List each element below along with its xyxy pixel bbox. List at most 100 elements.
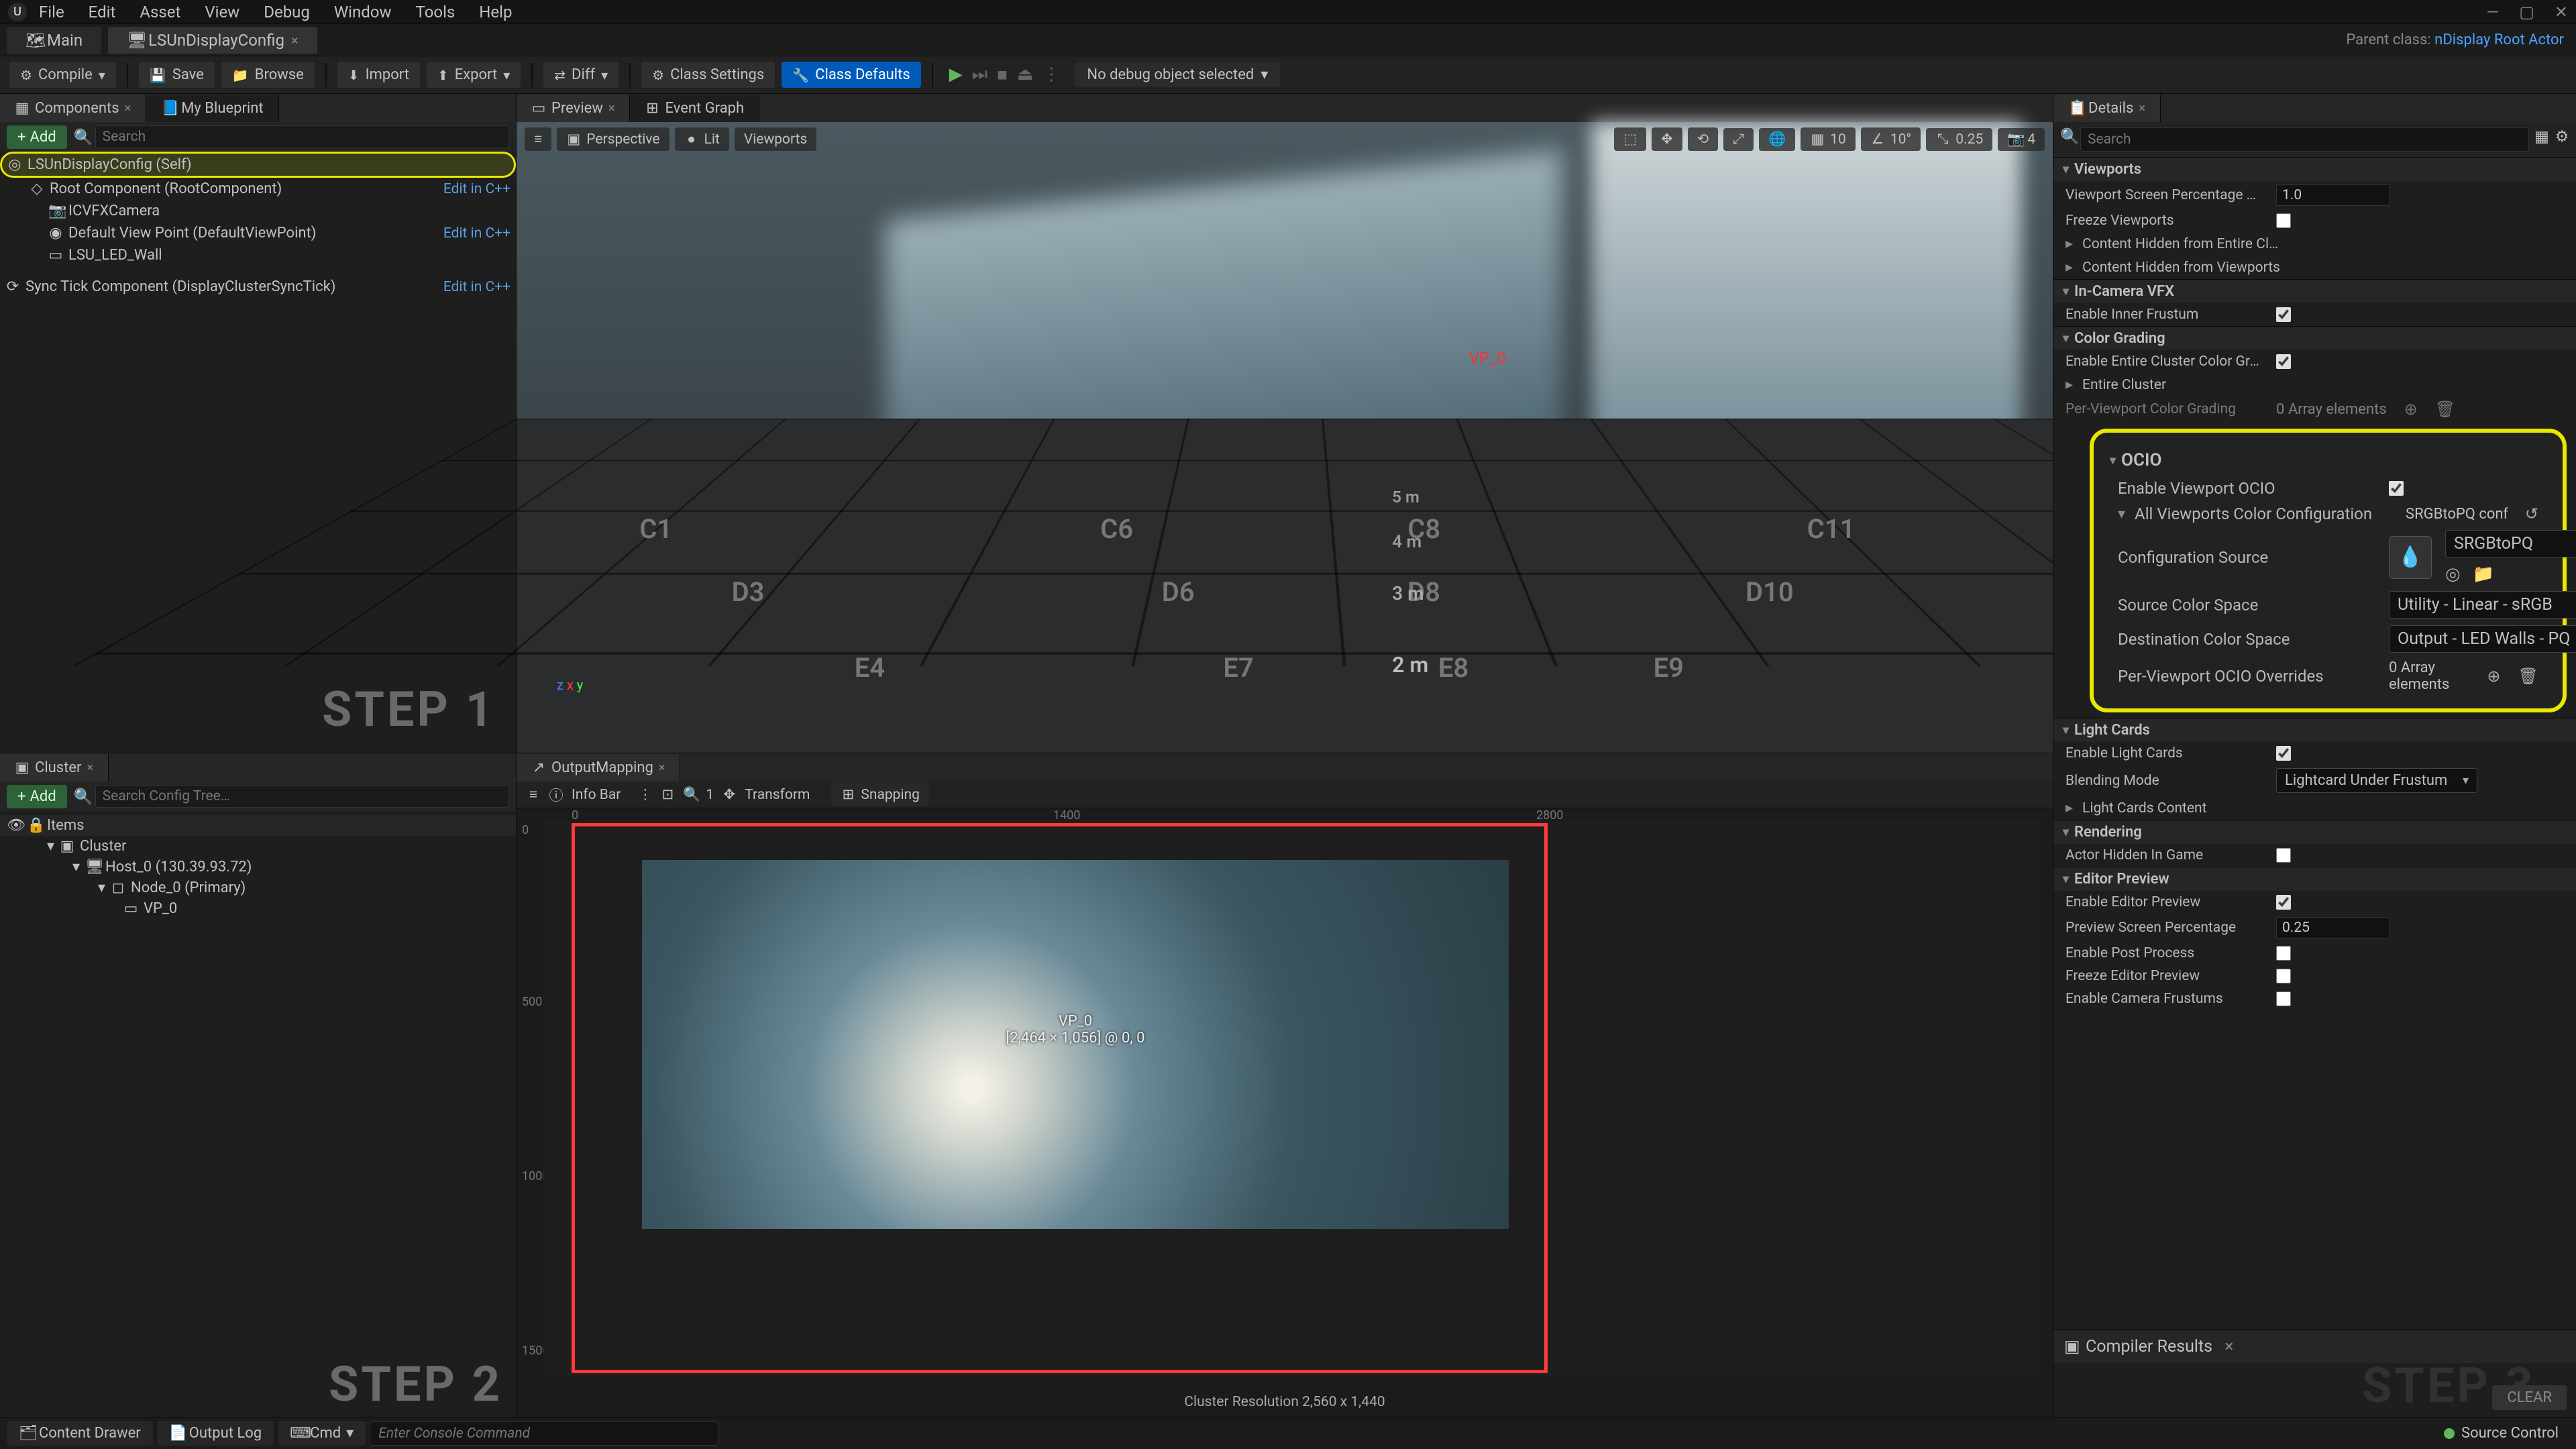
tab-displayconfig[interactable]: 🖥 LSUnDisplayConfig × (108, 27, 317, 54)
section-colorgrading[interactable]: ▾Color Grading (2053, 326, 2576, 350)
details-search-input[interactable] (2080, 127, 2529, 152)
viewport-menu-button[interactable]: ≡ (525, 127, 551, 151)
info-icon[interactable]: ⓘ (549, 785, 564, 805)
menu-tools[interactable]: Tools (416, 3, 455, 21)
parent-class-link[interactable]: nDisplay Root Actor (2434, 32, 2564, 48)
stop-icon[interactable]: ■ (997, 64, 1008, 85)
close-icon[interactable]: × (608, 101, 615, 115)
enable-inner-checkbox[interactable] (2276, 307, 2291, 322)
viewports-dropdown[interactable]: Viewports (735, 127, 817, 151)
reset-icon[interactable]: ↺ (2525, 504, 2538, 523)
transform-icon[interactable]: ✥ (722, 786, 737, 803)
console-command-input[interactable] (370, 1421, 718, 1446)
section-lightcards[interactable]: ▾Light Cards (2053, 718, 2576, 742)
rotate-tool[interactable]: ⟲ (1688, 127, 1719, 151)
prop-hidden-viewports[interactable]: ▸Content Hidden from Viewports (2053, 256, 2576, 279)
blending-mode-dropdown[interactable]: Lightcard Under Frustum▾ (2276, 768, 2477, 793)
browse-asset-icon[interactable]: 📁 (2473, 564, 2494, 584)
section-editor-preview[interactable]: ▾Editor Preview (2053, 867, 2576, 891)
dest-cs-dropdown[interactable]: Output - LED Walls - PQ▾ (2389, 625, 2576, 653)
close-icon[interactable]: ✕ (2555, 3, 2568, 21)
save-button[interactable]: 💾Save (139, 62, 215, 88)
prop-hidden-cluster[interactable]: ▸Content Hidden from Entire Cluster (2053, 232, 2576, 256)
section-rendering[interactable]: ▾Rendering (2053, 820, 2576, 844)
grid-snap[interactable]: ▦10 (1801, 127, 1856, 151)
camera-speed[interactable]: 📷4 (1998, 128, 2045, 151)
cluster-row[interactable]: ▾🖥Host_0 (130.39.93.72) (0, 857, 516, 877)
cmd-dropdown[interactable]: ⌨Cmd ▾ (278, 1421, 366, 1446)
menu-help[interactable]: Help (479, 3, 512, 21)
menu-view[interactable]: View (205, 3, 239, 21)
zoom-icon[interactable]: 🔍 (683, 787, 698, 803)
tab-outputmapping[interactable]: ↗OutputMapping× (517, 754, 680, 782)
enable-viewport-ocio-checkbox[interactable] (2389, 481, 2404, 496)
hamburger-icon[interactable]: ≡ (526, 787, 541, 803)
tab-close-icon[interactable]: × (291, 32, 299, 48)
prop-entire-cluster[interactable]: ▸Entire Cluster (2053, 373, 2576, 396)
cluster-row[interactable]: ▾◻Node_0 (Primary) (0, 877, 516, 898)
class-settings-button[interactable]: ⚙Class Settings (641, 62, 775, 88)
content-drawer-button[interactable]: 🗂Content Drawer (7, 1421, 153, 1446)
export-button[interactable]: ⬆Export▾ (427, 62, 521, 88)
minimize-icon[interactable]: — (2486, 3, 2499, 21)
close-icon[interactable]: × (2224, 1337, 2233, 1356)
cluster-row[interactable]: ▭VP_0 (0, 898, 516, 919)
tab-main[interactable]: 🗺 Main (7, 27, 101, 54)
add-cluster-button[interactable]: +Add (7, 785, 67, 808)
move-tool[interactable]: ✥ (1652, 127, 1682, 151)
tab-components[interactable]: ▦Components× (0, 95, 146, 122)
om-viewport-preview[interactable]: VP_0 [2,464 × 1,056] @ 0, 0 (642, 860, 1509, 1229)
add-element-icon[interactable]: ⊕ (2487, 667, 2500, 686)
clear-button[interactable]: CLEAR (2492, 1385, 2567, 1410)
close-icon[interactable]: × (125, 101, 131, 115)
tab-eventgraph[interactable]: ⊞Event Graph (630, 95, 759, 122)
scale-tool[interactable]: ⤢ (1723, 128, 1754, 151)
output-log-button[interactable]: 📄Output Log (157, 1421, 274, 1446)
config-source-dropdown[interactable]: SRGBtoPQ▾ (2445, 530, 2576, 557)
components-search-input[interactable] (95, 125, 509, 148)
actor-hidden-checkbox[interactable] (2276, 848, 2291, 863)
tree-row[interactable]: ◉Default View Point (DefaultViewPoint)Ed… (0, 222, 516, 244)
maximize-icon[interactable]: ▢ (2519, 3, 2534, 21)
close-icon[interactable]: × (87, 761, 93, 775)
om-host-frame[interactable]: VP_0 [2,464 × 1,056] @ 0, 0 (572, 823, 1548, 1373)
gear-icon[interactable]: ⚙ (2555, 127, 2569, 152)
tree-row[interactable]: ▭LSU_LED_Wall (0, 244, 516, 266)
close-icon[interactable]: × (659, 761, 665, 775)
enable-lightcards-checkbox[interactable] (2276, 746, 2291, 761)
add-component-button[interactable]: +Add (7, 125, 67, 149)
tab-cluster[interactable]: ▣Cluster× (0, 754, 109, 782)
add-element-icon[interactable]: ⊕ (2404, 400, 2418, 419)
tab-preview[interactable]: ▭Preview× (517, 95, 630, 122)
screen-pct-input[interactable] (2276, 184, 2390, 206)
tree-row[interactable]: 📷ICVFXCamera (0, 200, 516, 222)
section-viewports[interactable]: ▾Viewports (2053, 157, 2576, 181)
menu-file[interactable]: File (39, 3, 64, 21)
freeze-editor-checkbox[interactable] (2276, 969, 2291, 983)
tree-row[interactable]: ◇Root Component (RootComponent)Edit in C… (0, 178, 516, 200)
menu-window[interactable]: Window (334, 3, 392, 21)
step-icon[interactable]: ⏭ (972, 64, 987, 85)
filter-icon[interactable]: ▦ (2534, 127, 2549, 152)
edit-cpp-link[interactable]: Edit in C++ (443, 279, 511, 295)
settings-icon[interactable]: ⋮ (1042, 64, 1060, 85)
menu-edit[interactable]: Edit (89, 3, 116, 21)
edit-cpp-link[interactable]: Edit in C++ (443, 225, 511, 241)
snapping-toggle[interactable]: ⊞Snapping (831, 783, 929, 806)
edit-cpp-link[interactable]: Edit in C++ (443, 181, 511, 197)
section-ocio[interactable]: ▾OCIO (2106, 445, 2551, 476)
select-tool[interactable]: ⬚ (1614, 127, 1646, 151)
source-cs-dropdown[interactable]: Utility - Linear - sRGB▾ (2389, 591, 2576, 619)
play-icon[interactable]: ▶ (949, 64, 963, 85)
compile-button[interactable]: ⚙Compile▾ (9, 62, 116, 88)
preview-pct-input[interactable] (2276, 917, 2390, 938)
debug-object-dropdown[interactable]: No debug object selected▾ (1075, 62, 1280, 87)
trash-icon[interactable]: 🗑 (2435, 400, 2455, 419)
lock-icon[interactable]: 🔒 (27, 817, 42, 834)
tree-row[interactable]: ⟳Sync Tick Component (DisplayClusterSync… (0, 276, 516, 298)
menu-debug[interactable]: Debug (264, 3, 310, 21)
cluster-search-input[interactable] (95, 785, 509, 808)
tree-row-self[interactable]: ◎LSUnDisplayConfig (Self) (0, 152, 516, 178)
perspective-dropdown[interactable]: ▣Perspective (557, 127, 669, 151)
browse-button[interactable]: 📁Browse (221, 62, 315, 88)
